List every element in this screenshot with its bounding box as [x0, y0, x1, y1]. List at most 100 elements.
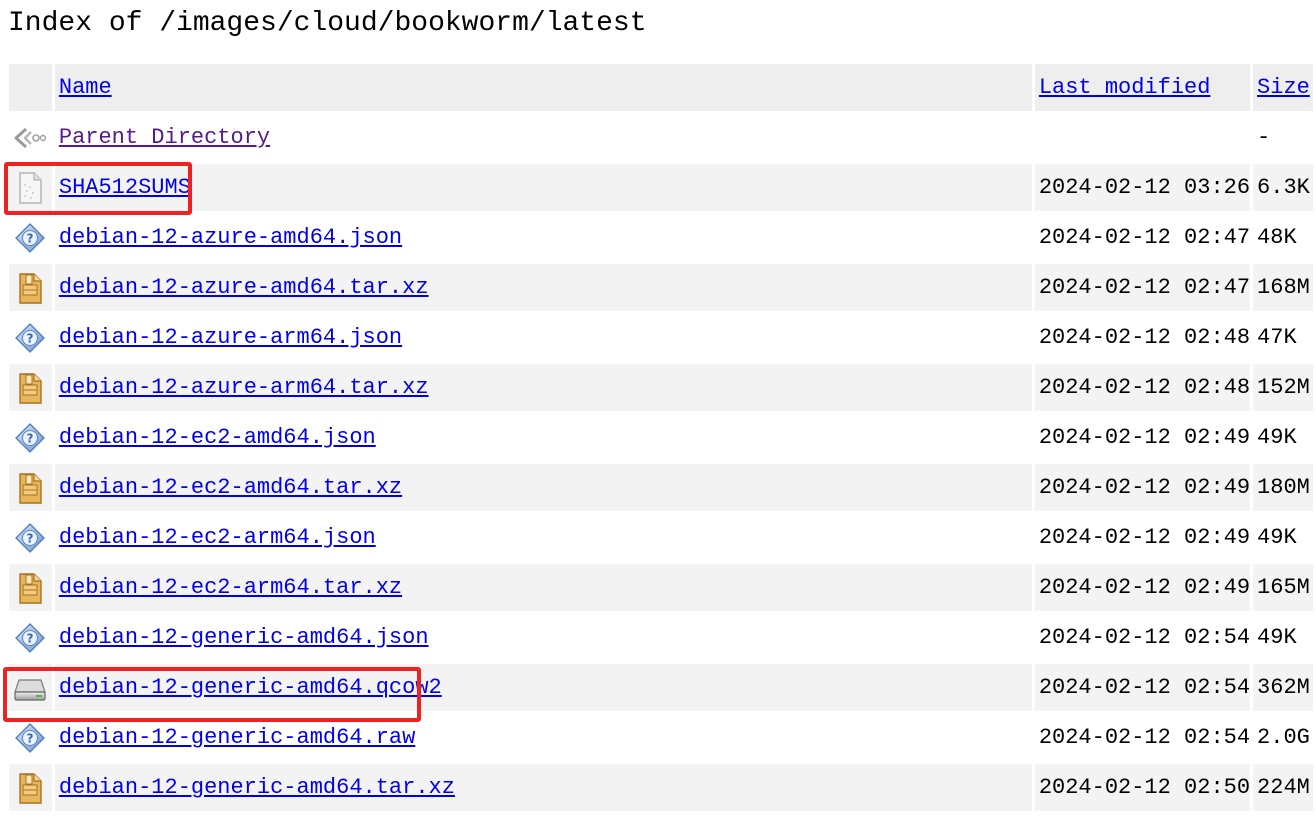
row-name-cell: debian-12-azure-arm64.tar.xz [54, 364, 1032, 411]
svg-text:?: ? [27, 531, 34, 545]
unknown-file-icon: ? [9, 722, 52, 754]
row-last-modified-cell: 2024-02-12 02:48 [1034, 364, 1251, 411]
parent-name-cell: Parent Directory [55, 114, 1032, 161]
compressed-file-icon [9, 771, 52, 805]
row-name-cell: debian-12-ec2-arm64.tar.xz [54, 564, 1032, 611]
row-size-cell: 49K [1257, 525, 1297, 550]
sort-by-last-modified-link[interactable]: Last modified [1039, 75, 1211, 100]
parent-size-cell: - [1257, 125, 1271, 150]
table-row: ? debian-12-azure-arm64.json 2024-02-12 02… [9, 314, 1313, 361]
row-icon-cell: ? [9, 214, 52, 261]
text-file-icon [9, 171, 52, 205]
table-row: SHA512SUMS 2024-02-12 03:26 6.3K [9, 164, 1313, 211]
row-icon-cell [9, 264, 52, 311]
row-size-cell: 180M [1253, 464, 1313, 511]
unknown-file-icon: ? [9, 222, 52, 254]
row-icon-cell [9, 764, 52, 811]
row-last-modified-cell: 2024-02-12 02:49 [1038, 525, 1251, 550]
sort-by-size-link[interactable]: Size [1257, 75, 1310, 100]
header-icon-cell [9, 64, 52, 111]
file-link[interactable]: debian-12-generic-amd64.qcow2 [59, 675, 442, 700]
table-row: ? debian-12-ec2-arm64.json 2024-02-12 02:4… [9, 514, 1313, 561]
svg-text:?: ? [27, 331, 34, 345]
row-size-cell: 362M [1253, 664, 1313, 711]
parent-directory-link[interactable]: Parent Directory [59, 125, 270, 150]
row-size-cell: 2.0G [1257, 725, 1310, 750]
unknown-file-icon: ? [9, 622, 52, 654]
row-icon-cell: ? [9, 614, 52, 661]
compressed-file-icon [9, 471, 52, 505]
disk-image-icon [9, 673, 52, 703]
parent-icon-cell [9, 114, 52, 161]
row-size-cell: 165M [1253, 564, 1313, 611]
file-link[interactable]: debian-12-azure-amd64.json [59, 225, 402, 250]
row-name-cell: debian-12-azure-amd64.json [55, 214, 1032, 261]
table-row: debian-12-azure-amd64.tar.xz 2024-02-12 0… [9, 264, 1313, 311]
sort-by-name-link[interactable]: Name [59, 75, 112, 100]
row-last-modified-cell: 2024-02-12 02:47 [1034, 264, 1251, 311]
svg-text:?: ? [27, 431, 34, 445]
row-icon-cell [9, 664, 52, 711]
back-arrow-icon [9, 123, 52, 153]
file-link[interactable]: SHA512SUMS [59, 175, 191, 200]
file-link[interactable]: debian-12-ec2-arm64.json [59, 525, 376, 550]
row-icon-cell: ? [9, 514, 52, 561]
row-icon-cell: ? [9, 714, 52, 761]
table-row: ? debian-12-generic-amd64.raw 2024-02-12 0… [9, 714, 1313, 761]
row-size-cell: 47K [1257, 325, 1297, 350]
file-link[interactable]: debian-12-ec2-arm64.tar.xz [59, 575, 402, 600]
row-last-modified-cell: 2024-02-12 03:26 [1034, 164, 1251, 211]
row-size-cell: 49K [1257, 625, 1297, 650]
row-name-cell: debian-12-generic-amd64.json [55, 614, 1032, 661]
file-link[interactable]: debian-12-ec2-amd64.tar.xz [59, 475, 402, 500]
row-name-cell: debian-12-azure-arm64.json [55, 314, 1032, 361]
page-title: Index of /images/cloud/bookworm/latest [8, 8, 647, 39]
table-row: debian-12-generic-amd64.qcow2 2024-02-12 … [9, 664, 1313, 711]
file-link[interactable]: debian-12-generic-amd64.json [59, 625, 429, 650]
row-last-modified-cell: 2024-02-12 02:54 [1038, 625, 1251, 650]
table-row: ? debian-12-azure-amd64.json 2024-02-12 02… [9, 214, 1313, 261]
row-icon-cell [9, 464, 52, 511]
row-last-modified-cell: 2024-02-12 02:49 [1034, 564, 1251, 611]
row-last-modified-cell: 2024-02-12 02:50 [1034, 764, 1251, 811]
header-name-cell: Name [54, 64, 1032, 111]
row-name-cell: debian-12-generic-amd64.tar.xz [54, 764, 1032, 811]
file-link[interactable]: debian-12-generic-amd64.raw [59, 725, 415, 750]
row-last-modified-cell: 2024-02-12 02:49 [1038, 425, 1251, 450]
file-link[interactable]: debian-12-azure-arm64.json [59, 325, 402, 350]
row-size-cell: 152M [1253, 364, 1313, 411]
unknown-file-icon: ? [9, 422, 52, 454]
file-link[interactable]: debian-12-generic-amd64.tar.xz [59, 775, 455, 800]
compressed-file-icon [9, 371, 52, 405]
table-row: debian-12-ec2-arm64.tar.xz 2024-02-12 02:… [9, 564, 1313, 611]
row-name-cell: debian-12-ec2-amd64.json [55, 414, 1032, 461]
file-link[interactable]: debian-12-azure-amd64.tar.xz [59, 275, 429, 300]
row-size-cell: 168M [1253, 264, 1313, 311]
header-last-modified-cell: Last modified [1034, 64, 1251, 111]
table-row: debian-12-generic-amd64.tar.xz 2024-02-12… [9, 764, 1313, 811]
row-icon-cell [9, 564, 52, 611]
table-row: debian-12-azure-arm64.tar.xz 2024-02-12 0… [9, 364, 1313, 411]
file-link[interactable]: debian-12-ec2-amd64.json [59, 425, 376, 450]
row-last-modified-cell: 2024-02-12 02:48 [1038, 325, 1251, 350]
compressed-file-icon [9, 271, 52, 305]
row-size-cell: 224M [1253, 764, 1313, 811]
row-name-cell: debian-12-generic-amd64.raw [55, 714, 1032, 761]
row-name-cell: SHA512SUMS [54, 164, 1032, 211]
svg-text:?: ? [27, 631, 34, 645]
table-row: ? debian-12-ec2-amd64.json 2024-02-12 02:4… [9, 414, 1313, 461]
row-icon-cell: ? [9, 414, 52, 461]
row-last-modified-cell: 2024-02-12 02:49 [1034, 464, 1251, 511]
file-link[interactable]: debian-12-azure-arm64.tar.xz [59, 375, 429, 400]
file-listing-table: Name Last modified Size Parent Directory… [6, 61, 1316, 814]
row-name-cell: debian-12-ec2-amd64.tar.xz [54, 464, 1032, 511]
parent-date-cell [1035, 114, 1250, 161]
row-icon-cell [9, 364, 52, 411]
row-name-cell: debian-12-azure-amd64.tar.xz [54, 264, 1032, 311]
row-size-cell: 6.3K [1253, 164, 1313, 211]
row-icon-cell [9, 164, 52, 211]
row-size-cell: 49K [1257, 425, 1297, 450]
table-header-row: Name Last modified Size [9, 64, 1313, 111]
row-last-modified-cell: 2024-02-12 02:54 [1038, 725, 1251, 750]
compressed-file-icon [9, 571, 52, 605]
